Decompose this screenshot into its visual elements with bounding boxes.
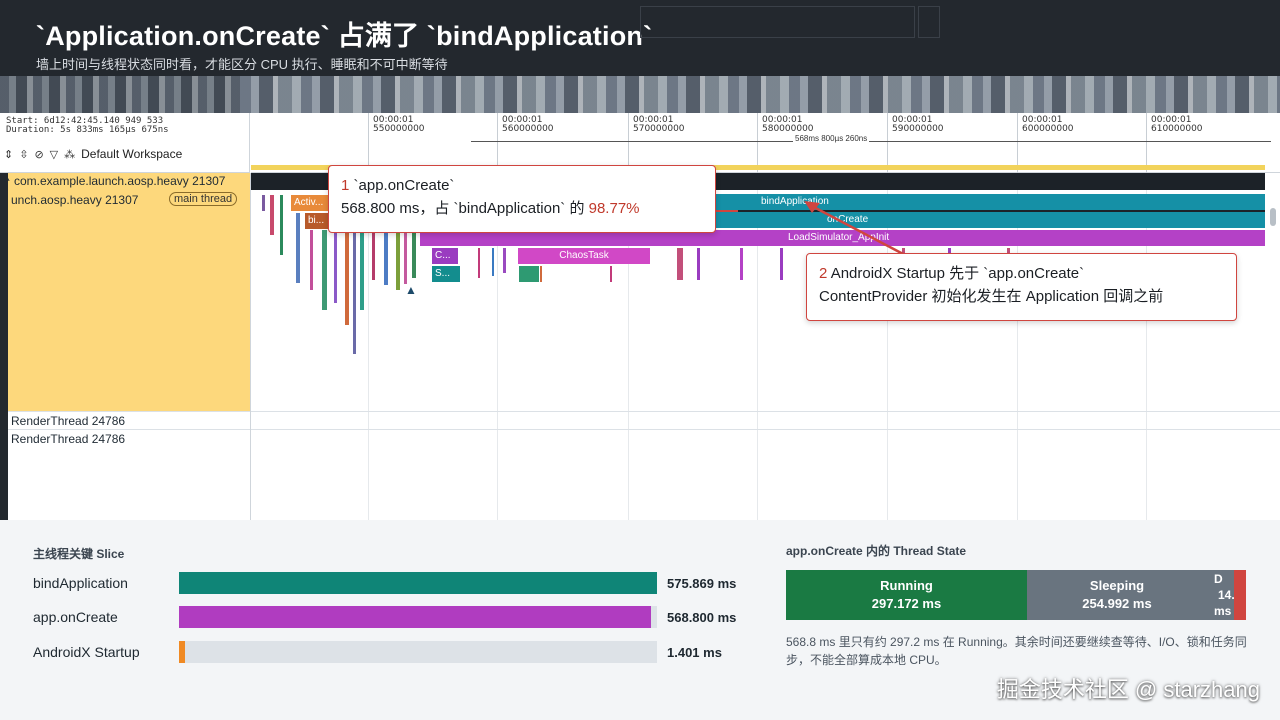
slices-panel-title: 主线程关键 Slice <box>33 547 125 561</box>
slice-row-fill <box>179 641 185 663</box>
slice-row-fill <box>179 606 652 628</box>
noise-strip <box>240 76 1280 113</box>
thread-state-sleeping[interactable]: Sleeping 254.992 ms <box>1027 570 1207 620</box>
slice-row-track <box>179 572 657 594</box>
arrow-head <box>804 201 820 213</box>
page-subtitle: 墙上时间与线程状态同时看，才能区分 CPU 执行、睡眠和不可中断等待 <box>36 57 448 72</box>
thread-state-bar: Running 297.172 ms Sleeping 254.992 ms D… <box>786 570 1246 620</box>
thread-state-other[interactable] <box>1234 570 1246 620</box>
slice-row-fill <box>179 572 657 594</box>
slice-row-value: 568.800 ms <box>667 610 737 625</box>
slice-row-value: 575.869 ms <box>667 576 737 591</box>
noise-strip-left <box>0 76 240 113</box>
slice-row-track <box>179 641 657 663</box>
thread-state-d[interactable]: D 14.2 ms <box>1207 570 1241 620</box>
watermark: 掘金技术社区 @ starzhang <box>996 677 1260 702</box>
top-search-button[interactable] <box>918 6 940 38</box>
page-title: `Application.onCreate` 占满了 `bindApplicat… <box>36 21 653 51</box>
callout-app-onCreate: 1 `app.onCreate` 568.800 ms，占 `bindAppli… <box>328 165 716 233</box>
thread-state-note: 568.8 ms 里只有约 297.2 ms 在 Running。其余时间还要继… <box>786 635 1247 667</box>
thread-state-title: app.onCreate 内的 Thread State <box>786 544 967 558</box>
summary-panel: 主线程关键 Slice bindApplication 575.869 ms a… <box>0 520 1280 720</box>
slice-row-label: AndroidX Startup <box>33 644 140 660</box>
slice-row-value: 1.401 ms <box>667 645 722 660</box>
thread-state-running[interactable]: Running 297.172 ms <box>786 570 1027 620</box>
top-search-box[interactable] <box>640 6 915 38</box>
slice-row-track <box>179 606 657 628</box>
slice-row-label: bindApplication <box>33 575 128 591</box>
arrow-line <box>807 202 906 257</box>
header: `Application.onCreate` 占满了 `bindApplicat… <box>0 0 1280 113</box>
trace-view: Start: 6d12:42:45.140 949 533 Duration: … <box>0 113 1280 520</box>
callout-androidx-startup: 2 AndroidX Startup 先于 `app.onCreate` Con… <box>806 253 1237 321</box>
slice-row-label: app.onCreate <box>33 609 118 625</box>
